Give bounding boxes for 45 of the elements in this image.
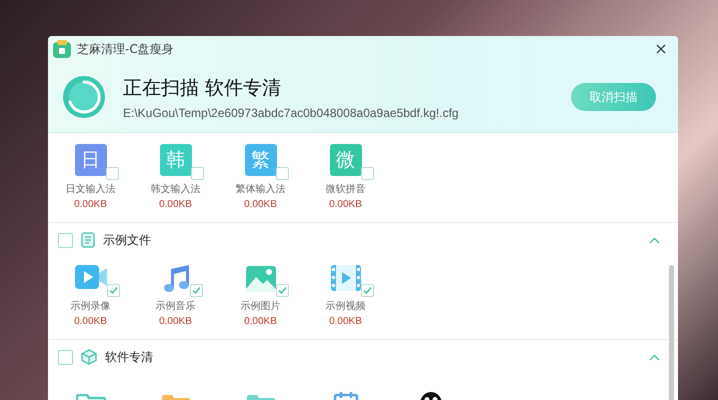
item-checkbox[interactable] [190, 284, 202, 297]
cube-icon [81, 349, 97, 365]
group-title: 示例文件 [103, 232, 152, 248]
cancel-scan-button[interactable]: 取消扫描 [571, 83, 656, 111]
chevron-up-icon[interactable] [649, 354, 660, 360]
item-checkbox[interactable] [190, 167, 204, 180]
item-size: 0.00KB [244, 316, 277, 327]
app-logo-icon [53, 40, 71, 58]
film-strip-icon [330, 263, 362, 293]
document-icon [81, 232, 95, 248]
item-label: 示例录像 [70, 300, 110, 313]
item-label: 韩文输入法 [150, 182, 200, 196]
image-icon [244, 265, 276, 293]
item-size: 0.00KB [244, 199, 277, 210]
item-size: 0.00KB [159, 199, 192, 210]
item-label: 示例音乐 [156, 300, 196, 313]
item-size: 0.00KB [159, 316, 192, 327]
item-label: 繁体输入法 [236, 182, 286, 196]
group-checkbox[interactable] [58, 350, 73, 364]
item-size: 0.00KB [329, 199, 362, 210]
group-title: 软件专清 [105, 348, 154, 366]
item-size: 0.00KB [329, 316, 362, 327]
window-title: 芝麻清理-C盘瘦身 [77, 40, 175, 58]
item-label: 示例视频 [326, 300, 366, 313]
group-checkbox[interactable] [58, 232, 73, 248]
item-label: 微软拼音 [326, 182, 366, 196]
item-checkbox[interactable] [276, 284, 288, 297]
item-size: 0.00KB [74, 316, 107, 327]
item-checkbox[interactable] [106, 167, 118, 180]
input-method-icon: 日 [74, 144, 106, 176]
scan-heading: 正在扫描 软件专清 [123, 76, 282, 100]
input-method-icon: 微 [330, 144, 362, 176]
input-method-icon: 繁 [244, 144, 276, 176]
input-method-icon: 韩 [160, 144, 192, 176]
chevron-up-icon[interactable] [649, 236, 660, 244]
scanning-spinner-icon [62, 75, 106, 119]
scrollbar-thumb[interactable] [669, 265, 674, 400]
scan-path: E:\KuGou\Temp\2e60973abdc7ac0b048008a0a9ae5bdf.kg!.cfg [123, 106, 460, 120]
item-label: 日文输入法 [66, 182, 116, 196]
item-label: 示例图片 [240, 300, 280, 313]
item-checkbox[interactable] [360, 284, 374, 297]
item-checkbox[interactable] [360, 167, 374, 180]
item-checkbox[interactable] [106, 284, 120, 297]
item-checkbox[interactable] [276, 167, 288, 180]
item-size: 0.00KB [74, 199, 107, 210]
